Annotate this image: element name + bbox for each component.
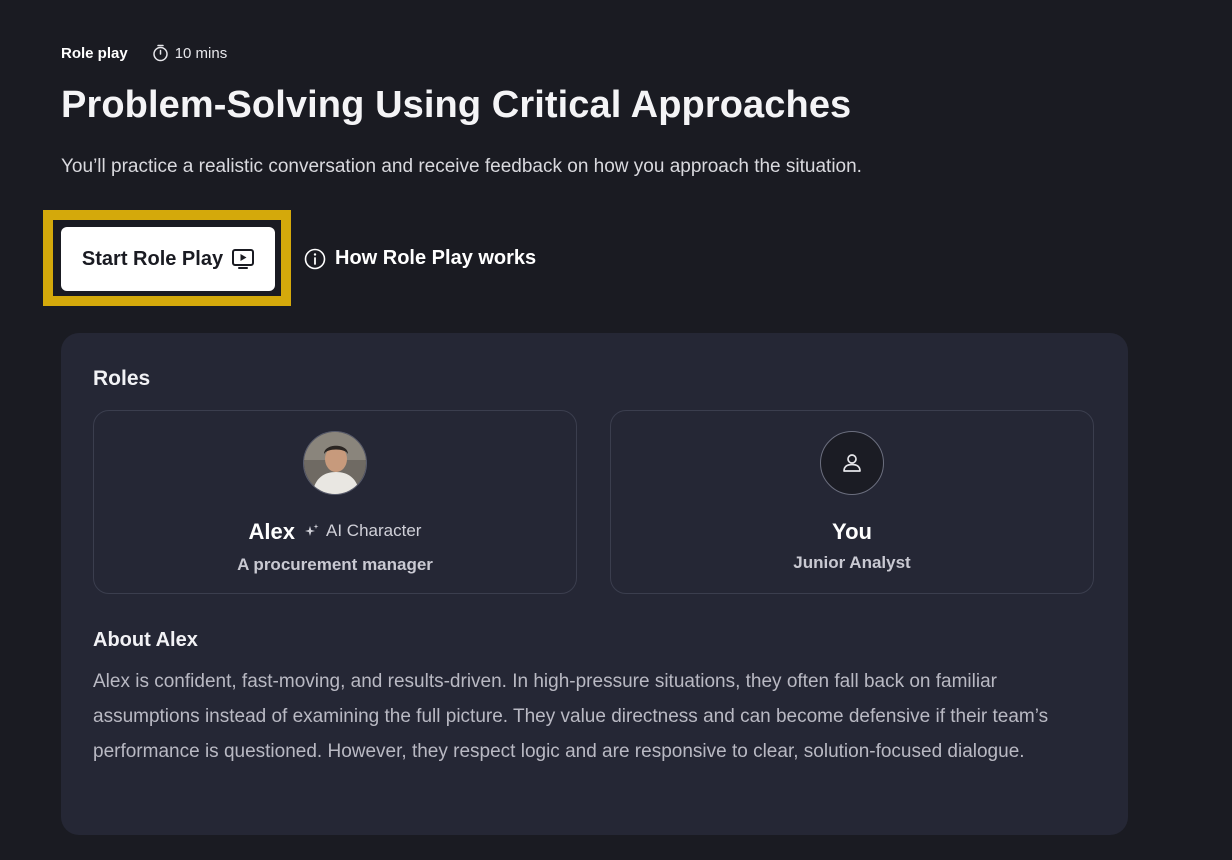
start-role-play-button[interactable]: Start Role Play — [61, 227, 275, 291]
page-title: Problem-Solving Using Critical Approache… — [61, 84, 852, 126]
user-role-description: Junior Analyst — [793, 553, 911, 572]
user-role-name: You — [832, 519, 872, 544]
activity-type-label: Role play — [61, 44, 128, 62]
ai-name-row: Alex AI Character — [94, 519, 576, 545]
about-body: Alex is confident, fast-moving, and resu… — [93, 671, 1049, 762]
avatar-you — [820, 431, 884, 495]
role-card-ai: Alex AI Character A procurement manager — [93, 410, 577, 594]
roles-heading: Roles — [93, 367, 151, 390]
person-icon — [843, 454, 861, 472]
user-name-row: You — [611, 519, 1093, 545]
activity-meta: Role play 10 mins — [61, 43, 227, 63]
play-screen-icon — [232, 249, 255, 269]
duration-label: 10 mins — [174, 44, 228, 62]
role-play-page: Role play 10 mins Problem-Solving Using … — [0, 0, 1232, 860]
info-circle-icon — [304, 248, 326, 269]
ai-character-name: Alex — [248, 519, 296, 544]
ai-character-tag: AI Character — [326, 521, 422, 540]
role-card-you: You Junior Analyst — [610, 410, 1094, 594]
duration: 10 mins — [152, 44, 228, 62]
avatar — [303, 431, 367, 495]
how-role-play-works-label: How Role Play works — [335, 247, 537, 269]
stopwatch-icon — [152, 44, 168, 62]
page-subtitle: You’ll practice a realistic conversation… — [61, 156, 862, 177]
start-role-play-label: Start Role Play — [81, 247, 224, 270]
roles-card: Roles Alex AI Character A procurement ma… — [61, 333, 1128, 835]
about-heading: About Alex — [93, 629, 198, 651]
ai-character-badge: AI Character — [304, 521, 421, 541]
how-role-play-works-link[interactable]: How Role Play works — [304, 247, 536, 270]
sparkle-icon — [305, 524, 319, 536]
ai-character-description: A procurement manager — [237, 555, 433, 574]
